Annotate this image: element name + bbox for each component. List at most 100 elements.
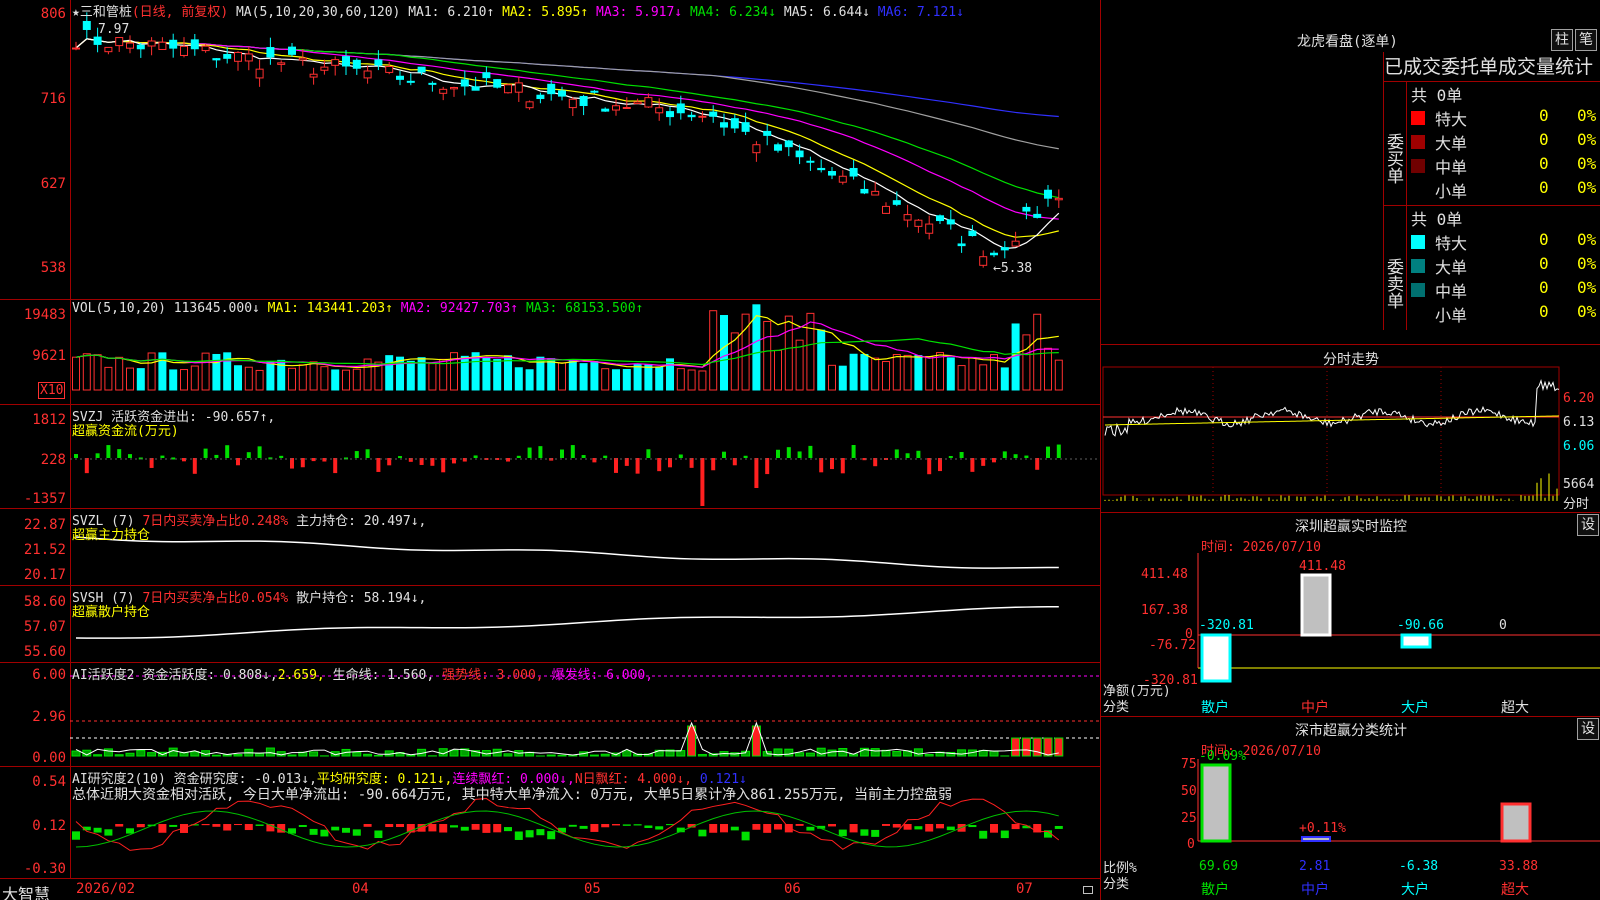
star-icon: ★ xyxy=(72,5,80,20)
flow-bar xyxy=(938,458,942,472)
svsh-panel[interactable]: 58.60 57.07 55.60 SVSH (7) 7日内买卖净占比0.054… xyxy=(0,586,1100,663)
realtime-monitor-panel[interactable]: 深圳超赢实时监控 设 时间: 2026/07/10 411.48 167.38 … xyxy=(1101,513,1600,717)
sell-row-s: 小单 0 0% xyxy=(1407,302,1600,326)
candlestick-chart[interactable] xyxy=(0,0,1100,300)
research-bar xyxy=(892,824,901,828)
row-name: 小单 xyxy=(1435,306,1468,325)
intra-tick: 6.20 xyxy=(1563,391,1595,406)
svzj-panel[interactable]: 1812 228 -1357 SVZJ 活跃资金进出: -90.657↑, 超赢… xyxy=(0,405,1100,509)
candle-body xyxy=(601,108,610,112)
row-name: 特大 xyxy=(1435,110,1468,129)
stock-name[interactable]: 三和管桩 xyxy=(80,5,132,20)
svzl-panel[interactable]: 22.87 21.52 20.17 SVZL (7) 7日内买卖净占比0.248… xyxy=(0,509,1100,586)
volume-bar xyxy=(244,366,253,391)
tick-view-button[interactable]: 笔 xyxy=(1575,29,1597,51)
vol-ma1: MA1: 143441.203↑ xyxy=(267,301,393,316)
volume-bar xyxy=(579,363,588,391)
candle-body xyxy=(687,114,696,118)
flow-bar xyxy=(106,445,111,458)
activity-bar xyxy=(1032,737,1042,757)
activity-bar xyxy=(989,750,999,757)
candle-body xyxy=(417,66,426,73)
intraday-chart[interactable] xyxy=(1101,345,1600,513)
candle-body xyxy=(871,190,880,196)
stats-cat: 中户 xyxy=(1301,882,1329,898)
activity-bar xyxy=(147,752,157,757)
row-value: 0 xyxy=(1539,178,1549,197)
flow-bar xyxy=(246,452,251,458)
ma-line xyxy=(75,38,1059,199)
ma-label: MA(5,10,20,30,60,120) xyxy=(235,5,401,20)
ai-activity-panel[interactable]: 6.00 2.96 0.00 AI活跃度2 资金活跃度: 0.808↓,2.65… xyxy=(0,663,1100,767)
activity-bar xyxy=(1043,737,1053,757)
svsh-tick: 55.60 xyxy=(23,644,66,660)
research-bar xyxy=(720,824,728,833)
candle-body xyxy=(892,200,901,205)
research-bar xyxy=(396,824,404,828)
volume-panel[interactable]: 19483 9621 X10 VOL(5,10,20) 113645.000↓ … xyxy=(0,300,1100,405)
flow-bar xyxy=(1024,455,1029,458)
intraday-frame xyxy=(1102,366,1560,496)
activity-bar xyxy=(913,748,923,757)
activity-bar xyxy=(503,753,513,757)
chart-mode[interactable]: (日线, 前复权) xyxy=(132,5,228,20)
ai1-title: AI活跃度2 资金活跃度: 0.808↓,2.659, 生命线: 1.560, … xyxy=(72,664,653,683)
flow-bar xyxy=(95,453,100,458)
lock-icon[interactable] xyxy=(1083,886,1093,894)
volume-bar xyxy=(698,370,707,391)
candle-body xyxy=(838,175,847,183)
research-bar xyxy=(493,824,502,833)
candle-body xyxy=(946,219,955,225)
research-bar xyxy=(579,825,588,829)
price-panel[interactable]: 806 716 627 538 ★三和管桩(日线, 前复权) MA(5,10,2… xyxy=(0,0,1100,300)
volume-bar xyxy=(828,364,836,391)
ai-research-panel[interactable]: 0.54 0.12 -0.30 AI研究度2(10) 资金研究度: -0.013… xyxy=(0,767,1100,878)
volume-bar xyxy=(223,352,232,391)
flow-bar xyxy=(290,458,294,469)
flow-bar xyxy=(74,454,78,458)
volume-bar xyxy=(914,355,923,391)
candle-body xyxy=(374,59,383,66)
candle-body xyxy=(936,215,944,222)
row-value: 0 xyxy=(1539,302,1549,321)
low-price-mark: ←5.38 xyxy=(993,261,1033,276)
bar-view-button[interactable]: 柱 xyxy=(1551,29,1573,51)
candle-body xyxy=(849,167,858,177)
research-bar xyxy=(774,824,782,830)
svzj-tick: 228 xyxy=(40,452,66,468)
candle-body xyxy=(709,111,718,117)
activity-bar xyxy=(255,752,265,757)
flow-bar xyxy=(214,454,219,458)
flow-bar xyxy=(354,451,359,458)
sell-row-xl: 特大 0 0% xyxy=(1407,230,1600,254)
flow-bar xyxy=(257,446,262,458)
volume-bar xyxy=(558,362,566,391)
candle-body xyxy=(676,103,685,114)
row-pct: 0% xyxy=(1577,154,1597,173)
svsh-hold: 散户持仓: 58.194↓, xyxy=(296,591,427,606)
stats-tick: 75 xyxy=(1181,757,1197,772)
row-pct: 0% xyxy=(1577,278,1597,297)
candle-body xyxy=(180,45,188,56)
research-bar xyxy=(763,824,772,833)
candle-body xyxy=(406,80,415,83)
svzl-hold: 主力持仓: 20.497↓, xyxy=(296,514,427,529)
svzl-tick: 20.17 xyxy=(23,567,66,583)
vol-tick: 9621 xyxy=(32,348,66,364)
candle-body xyxy=(547,83,556,95)
ai1-tick: 6.00 xyxy=(32,667,66,683)
ai1-c: 生命线: 1.560, xyxy=(332,668,435,683)
bar-retail xyxy=(1200,763,1232,843)
research-bar xyxy=(633,824,642,826)
right-sidebar: 龙虎看盘(逐单) 柱 笔 已成交委托单成交量统计 委买单 委卖单 共 0单 特大… xyxy=(1100,0,1600,900)
candle-body xyxy=(579,96,588,107)
intraday-panel[interactable]: 分时走势 6.20 6.13 6.06 5664 分时 xyxy=(1101,345,1600,513)
volume-bar xyxy=(687,369,696,391)
volume-bar xyxy=(763,320,772,391)
flow-bar xyxy=(365,449,370,458)
bar-retail xyxy=(1200,633,1232,683)
volume-bar xyxy=(331,369,340,391)
stats-label: 2.81 xyxy=(1299,859,1331,874)
volume-bar xyxy=(1033,313,1042,391)
category-stats-panel[interactable]: 深市超赢分类统计 设 时间: 2026/07/10 75 50 25 0 -0.… xyxy=(1101,717,1600,900)
